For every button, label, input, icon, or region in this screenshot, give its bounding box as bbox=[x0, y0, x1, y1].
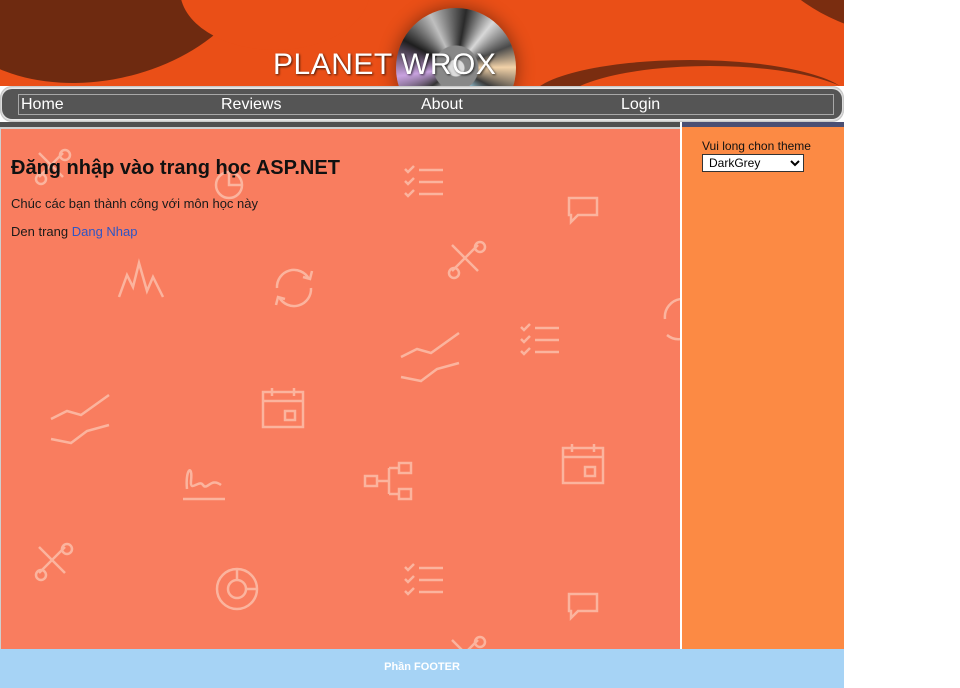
site-footer: Phần FOOTER bbox=[0, 649, 844, 688]
login-prefix: Den trang bbox=[11, 224, 69, 239]
menu-item-login[interactable]: Login bbox=[621, 95, 660, 114]
main-menu: Home Reviews About Login bbox=[0, 86, 844, 122]
signature-icon bbox=[181, 459, 229, 503]
calendar-icon bbox=[561, 443, 605, 485]
page-heading: Đăng nhập vào trang học ASP.NET bbox=[11, 157, 340, 179]
menu-box: Home Reviews About Login bbox=[18, 94, 834, 115]
login-line: Den trang Dang Nhap bbox=[11, 224, 138, 239]
refresh-icon bbox=[661, 295, 680, 341]
menu-inner: Home Reviews About Login bbox=[2, 89, 842, 119]
header-swoosh bbox=[180, 0, 370, 50]
site-header: PLANET WROX bbox=[0, 0, 844, 86]
checklist-icon bbox=[519, 321, 561, 361]
theme-label: Vui long chon theme bbox=[702, 139, 811, 153]
line-chart-icon bbox=[49, 391, 113, 447]
chat-icon bbox=[566, 195, 600, 225]
checklist-icon bbox=[403, 163, 445, 203]
theme-select[interactable]: DarkGrey bbox=[702, 154, 804, 172]
page: PLANET WROX Home Reviews About Login Đăn… bbox=[0, 0, 844, 688]
footer-text: Phần FOOTER bbox=[384, 661, 460, 673]
sidebar: Vui long chon theme DarkGrey bbox=[682, 127, 844, 649]
line-chart-icon bbox=[399, 329, 463, 385]
pie-chart-icon bbox=[213, 565, 261, 613]
welcome-text: Chúc các bạn thành công với môn học này bbox=[11, 196, 259, 211]
header-swoosh bbox=[760, 0, 844, 59]
share-icon bbox=[363, 461, 415, 501]
tools-icon bbox=[33, 541, 77, 583]
checklist-icon bbox=[403, 561, 445, 601]
refresh-icon bbox=[269, 263, 319, 313]
tools-icon bbox=[446, 634, 490, 649]
menu-item-reviews[interactable]: Reviews bbox=[221, 95, 281, 114]
tools-icon bbox=[446, 239, 490, 281]
menu-item-about[interactable]: About bbox=[421, 95, 463, 114]
calendar-icon bbox=[261, 387, 305, 429]
main-content: Đăng nhập vào trang học ASP.NET Chúc các… bbox=[0, 127, 680, 649]
login-link[interactable]: Dang Nhap bbox=[72, 224, 138, 239]
wave-icon bbox=[117, 257, 165, 303]
chat-icon bbox=[566, 591, 600, 621]
menu-item-home[interactable]: Home bbox=[21, 95, 64, 114]
site-title: PLANET WROX bbox=[273, 48, 497, 81]
